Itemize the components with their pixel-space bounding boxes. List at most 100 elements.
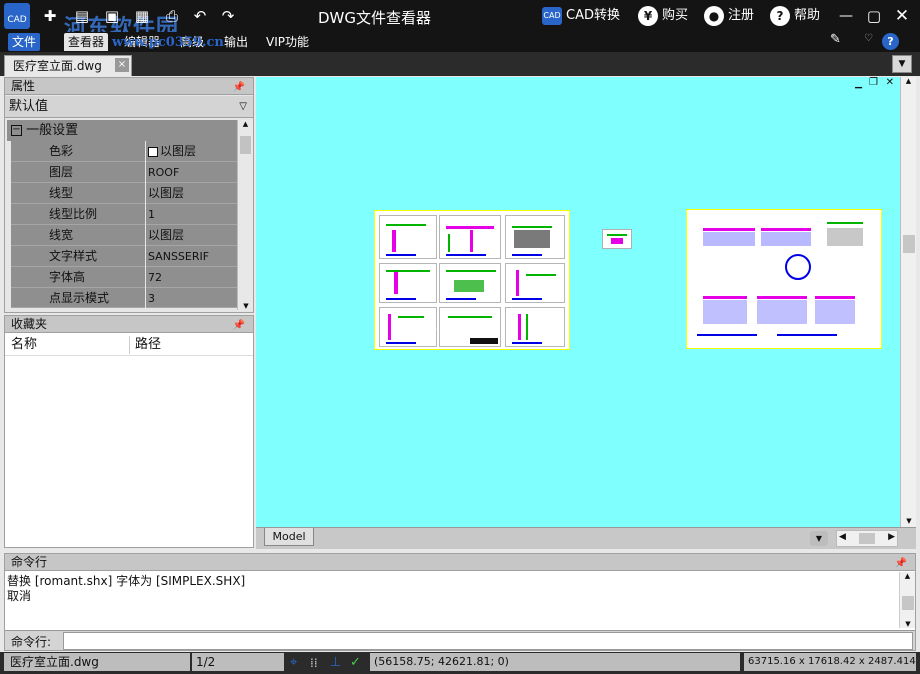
ribbon-collapse-icon[interactable]: ♡ <box>864 33 873 44</box>
cad-magenta-line <box>516 270 519 296</box>
property-row[interactable]: 文字样式 SANSSERIF <box>11 246 239 267</box>
scroll-up-icon[interactable]: ▲ <box>900 572 915 580</box>
lineweight-icon[interactable]: ✓ <box>350 653 361 673</box>
yen-icon: ¥ <box>638 6 658 26</box>
favorites-title: 收藏夹 <box>11 317 48 331</box>
drawing-canvas[interactable]: ▁ ❐ ✕ www.pc6.NET <box>256 77 914 527</box>
ortho-icon[interactable]: ⊥ <box>330 653 341 673</box>
model-tab[interactable]: Model <box>264 528 314 546</box>
property-value[interactable]: SANSSERIF <box>146 246 239 267</box>
scroll-up-icon[interactable]: ▲ <box>238 120 253 128</box>
cad-magenta-line <box>446 226 494 229</box>
save-icon[interactable]: ▣ <box>102 6 122 26</box>
mdi-close-icon[interactable]: ✕ <box>886 77 894 88</box>
horizontal-scrollbar[interactable]: ◀ ▶ <box>836 530 898 547</box>
new-file-icon[interactable]: ✚ <box>40 6 60 26</box>
pin-icon[interactable]: 📌 <box>233 79 245 96</box>
property-value[interactable]: 以图层 <box>146 141 239 162</box>
scroll-down-icon[interactable]: ▼ <box>238 302 254 310</box>
mdi-restore-icon[interactable]: ❐ <box>869 77 878 88</box>
favorites-header: 收藏夹 📌 <box>5 316 253 333</box>
properties-scrollbar[interactable]: ▲ ▼ <box>237 120 253 310</box>
save-as-icon[interactable]: ▦ <box>132 6 152 26</box>
favorites-column-header: 名称 路径 <box>5 334 253 356</box>
pin-icon[interactable]: 📌 <box>895 555 907 572</box>
maximize-icon[interactable]: ▢ <box>864 6 884 26</box>
favorites-panel: 收藏夹 📌 名称 路径 <box>4 315 254 548</box>
property-value[interactable]: 72 <box>146 267 239 288</box>
cad-convert-icon: CAD <box>542 7 562 25</box>
cad-blue-line <box>512 298 542 300</box>
menu-output[interactable]: 输出 <box>220 33 252 51</box>
buy-button[interactable]: ¥ 购买 <box>638 4 688 28</box>
edit-note-icon[interactable]: ✎ <box>830 32 841 47</box>
scrollbar-thumb[interactable] <box>902 596 914 610</box>
pin-icon[interactable]: 📌 <box>233 317 245 334</box>
tab-list-dropdown[interactable]: ▼ <box>892 55 912 73</box>
menu-vip[interactable]: VIP功能 <box>262 33 313 51</box>
elevation-cell <box>379 263 437 303</box>
scrollbar-thumb[interactable] <box>240 136 251 154</box>
mdi-minimize-icon[interactable]: ▁ <box>855 79 862 89</box>
elevation-cell <box>439 215 501 259</box>
undo-icon[interactable]: ↶ <box>190 6 210 26</box>
layout-tabs-dropdown[interactable]: ▼ <box>810 531 828 546</box>
cad-green-line <box>448 316 492 318</box>
open-folder-icon[interactable]: ▤ <box>72 6 92 26</box>
help-circle-icon[interactable]: ? <box>882 33 899 50</box>
app-logo[interactable]: CAD <box>4 3 30 29</box>
property-row[interactable]: 字体高 72 <box>11 267 239 288</box>
scrollbar-thumb[interactable] <box>903 235 915 253</box>
property-row[interactable]: 点显示模式 3 <box>11 288 239 308</box>
scroll-down-icon[interactable]: ▼ <box>900 620 916 628</box>
property-group-header[interactable]: − 一般设置 <box>7 120 239 141</box>
scroll-up-icon[interactable]: ▲ <box>901 77 916 85</box>
property-value[interactable]: 以图层 <box>146 225 239 246</box>
menu-viewer[interactable]: 查看器 <box>64 33 109 51</box>
property-value[interactable]: ROOF <box>146 162 239 183</box>
properties-selector[interactable]: 默认值 ▽ <box>5 96 253 118</box>
minimize-icon[interactable]: — <box>836 6 856 26</box>
property-row[interactable]: 色彩 以图层 <box>11 141 239 162</box>
scroll-left-icon[interactable]: ◀ <box>839 532 846 542</box>
close-icon[interactable]: ✕ <box>892 6 912 26</box>
document-tab[interactable]: 医疗室立面.dwg × <box>4 55 132 76</box>
menu-file[interactable]: 文件 <box>8 33 41 51</box>
column-divider[interactable] <box>129 336 130 354</box>
cad-blue-line <box>512 342 542 344</box>
scrollbar-thumb[interactable] <box>859 533 875 544</box>
help-button[interactable]: ? 帮助 <box>770 4 820 28</box>
redo-icon[interactable]: ↷ <box>218 6 238 26</box>
cad-magenta-line <box>388 314 391 340</box>
document-tab-close-icon[interactable]: × <box>115 58 129 72</box>
command-history-line: 替换 [romant.shx] 字体为 [SIMPLEX.SHX] <box>7 574 246 588</box>
property-row[interactable]: 线型 以图层 <box>11 183 239 204</box>
property-value[interactable]: 3 <box>146 288 239 308</box>
property-row[interactable]: 线型比例 1 <box>11 204 239 225</box>
snap-icon[interactable]: ⌖ <box>290 653 297 673</box>
property-row[interactable]: 线宽 以图层 <box>11 225 239 246</box>
command-scrollbar[interactable]: ▲ ▼ <box>899 572 915 628</box>
scroll-down-icon[interactable]: ▼ <box>901 517 917 525</box>
command-input[interactable] <box>63 632 913 650</box>
grid-icon[interactable]: ⁞⁞ <box>310 653 318 673</box>
property-row[interactable]: 图层 ROOF <box>11 162 239 183</box>
collapse-toggle-icon[interactable]: − <box>11 125 22 136</box>
favorites-col-path[interactable]: 路径 <box>135 334 161 356</box>
property-value[interactable]: 以图层 <box>146 183 239 204</box>
properties-selector-value: 默认值 <box>9 99 49 114</box>
cad-magenta-line <box>518 314 521 340</box>
canvas-vertical-scrollbar[interactable]: ▲ ▼ <box>900 77 916 527</box>
scroll-right-icon[interactable]: ▶ <box>888 532 895 542</box>
register-button[interactable]: ● 注册 <box>704 4 754 28</box>
status-file-name: 医疗室立面.dwg <box>4 653 190 671</box>
window-title: DWG文件查看器 <box>318 9 432 27</box>
print-icon[interactable]: ⎙ <box>162 6 182 26</box>
menu-bar: 文件 查看器 编辑器 高级 输出 VIP功能 www.pc0359.cn ✎ ♡… <box>0 32 920 52</box>
elevation-cell <box>505 263 565 303</box>
register-label: 注册 <box>728 8 755 23</box>
cad-convert-button[interactable]: CAD CAD转换 <box>542 4 620 28</box>
properties-panel: 属性 📌 默认值 ▽ − 一般设置 色彩 以图层 图层 ROOF 线型 以图层 … <box>4 77 254 313</box>
property-value[interactable]: 1 <box>146 204 239 225</box>
favorites-col-name[interactable]: 名称 <box>11 334 37 356</box>
